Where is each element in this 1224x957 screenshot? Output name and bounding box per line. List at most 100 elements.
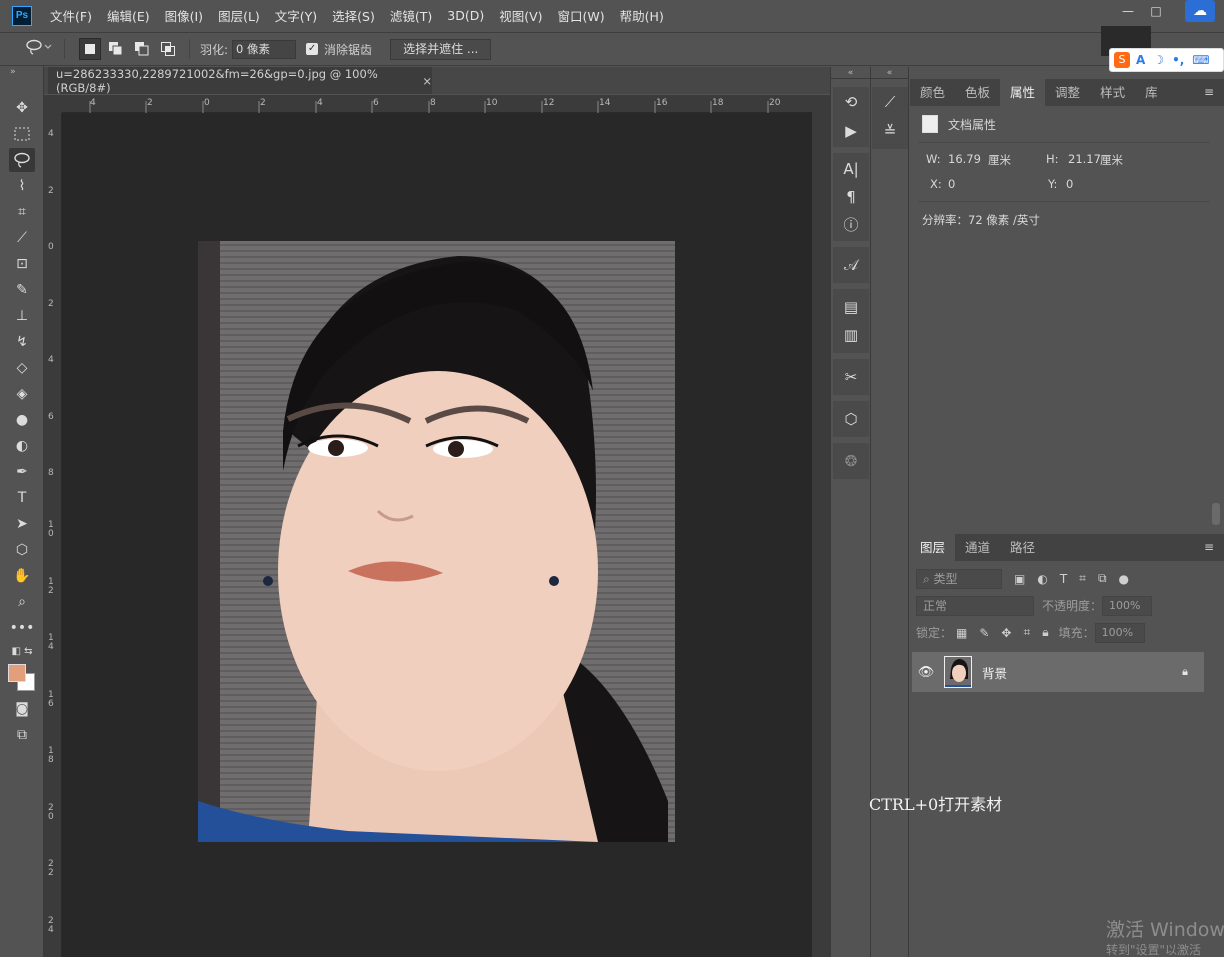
x-value[interactable]: 0 bbox=[948, 177, 955, 191]
screen-mode-icon[interactable]: ⧉ bbox=[9, 723, 35, 747]
opacity-input[interactable]: 100% bbox=[1102, 595, 1153, 616]
brush-presets-icon[interactable]: ⟋ bbox=[878, 90, 902, 114]
filter-shape-icon[interactable]: ⌗ bbox=[1079, 571, 1086, 586]
filter-pixel-icon[interactable]: ▣ bbox=[1014, 572, 1025, 586]
panel-menu-icon[interactable]: ≡ bbox=[1204, 540, 1214, 554]
dodge-tool-icon[interactable]: ◐ bbox=[9, 434, 35, 458]
more-tools-icon[interactable]: ••• bbox=[9, 616, 35, 640]
brush-settings-icon[interactable]: ≚ bbox=[878, 119, 902, 143]
paint-bucket-tool-icon[interactable]: ◈ bbox=[9, 382, 35, 406]
lock-image-icon[interactable]: ✎ bbox=[979, 626, 989, 640]
tab-libraries[interactable]: 库 bbox=[1135, 79, 1168, 106]
crop-tool-icon[interactable]: ⌗ bbox=[9, 200, 35, 224]
menu-filter[interactable]: 滤镜(T) bbox=[390, 6, 432, 25]
lock-all-icon[interactable]: 🔒︎ bbox=[1042, 625, 1048, 640]
notes-icon[interactable]: ▤ bbox=[839, 295, 863, 319]
tab-properties[interactable]: 属性 bbox=[1000, 79, 1046, 106]
character-icon[interactable]: A| bbox=[839, 157, 863, 181]
add-selection-icon[interactable] bbox=[105, 38, 127, 60]
swap-colors-icon[interactable]: ◧ ⇆ bbox=[9, 640, 35, 664]
layer-row[interactable]: 👁︎ 背景 🔒︎ bbox=[912, 652, 1204, 692]
lasso-preset-icon[interactable] bbox=[26, 39, 54, 59]
collapse-icon[interactable]: « bbox=[831, 67, 870, 79]
menu-edit[interactable]: 编辑(E) bbox=[107, 6, 150, 25]
baidu-cloud-icon[interactable]: ☁ bbox=[1185, 0, 1215, 22]
healing-brush-tool-icon[interactable]: ⊡ bbox=[9, 252, 35, 276]
history-icon[interactable]: ⟲ bbox=[839, 90, 863, 114]
ime-bar[interactable]: S A ☽ •, ⌨ bbox=[1109, 48, 1224, 72]
new-selection-icon[interactable] bbox=[79, 38, 101, 60]
history-brush-tool-icon[interactable]: ↯ bbox=[9, 330, 35, 354]
subtract-selection-icon[interactable] bbox=[131, 38, 153, 60]
fill-input[interactable]: 100% bbox=[1094, 622, 1145, 643]
tab-styles[interactable]: 样式 bbox=[1090, 79, 1135, 106]
3d-icon[interactable]: ⬡ bbox=[839, 407, 863, 431]
lasso-tool-icon[interactable] bbox=[9, 148, 35, 172]
lock-artboard-icon[interactable]: ⌗ bbox=[1023, 625, 1030, 640]
antialias-checkbox[interactable]: ✓ bbox=[306, 43, 319, 55]
pen-tool-icon[interactable]: ✒ bbox=[9, 460, 35, 484]
panel-menu-icon[interactable]: ≡ bbox=[1204, 85, 1214, 99]
tab-layers[interactable]: 图层 bbox=[910, 534, 956, 561]
lock-transparent-icon[interactable]: ▦ bbox=[956, 626, 967, 640]
intersect-selection-icon[interactable] bbox=[157, 38, 179, 60]
tab-color[interactable]: 颜色 bbox=[910, 79, 955, 106]
menu-layer[interactable]: 图层(L) bbox=[218, 6, 260, 25]
menu-type[interactable]: 文字(Y) bbox=[275, 6, 317, 25]
select-and-mask-button[interactable]: 选择并遮住 ... bbox=[390, 38, 492, 60]
hand-tool-icon[interactable]: ✋ bbox=[9, 564, 35, 588]
maximize-icon[interactable]: □ bbox=[1145, 3, 1167, 19]
learn-icon[interactable]: ❂ bbox=[839, 449, 863, 473]
eye-icon[interactable]: 👁︎ bbox=[912, 665, 940, 680]
ime-punct-icon[interactable]: •, bbox=[1172, 53, 1184, 67]
foreground-color-swatch[interactable] bbox=[8, 664, 26, 682]
ime-keyboard-icon[interactable]: ⌨ bbox=[1192, 53, 1209, 67]
eyedropper-tool-icon[interactable]: ⟋ bbox=[9, 226, 35, 250]
filter-smart-object-icon[interactable]: ⧉ bbox=[1098, 571, 1107, 586]
close-tab-icon[interactable]: × bbox=[422, 74, 432, 88]
ime-english-icon[interactable]: A bbox=[1136, 53, 1145, 67]
height-value[interactable]: 21.17 bbox=[1068, 152, 1101, 166]
shape-tool-icon[interactable]: ⬡ bbox=[9, 538, 35, 562]
menu-help[interactable]: 帮助(H) bbox=[620, 6, 664, 25]
menu-file[interactable]: 文件(F) bbox=[50, 6, 92, 25]
actions-play-icon[interactable]: ▶ bbox=[839, 119, 863, 143]
zoom-tool-icon[interactable]: ⌕ bbox=[9, 590, 35, 614]
path-selection-tool-icon[interactable]: ➤ bbox=[9, 512, 35, 536]
layer-filter-select[interactable]: ⌕ 类型 bbox=[916, 568, 1002, 589]
brush-tool-icon[interactable]: ✎ bbox=[9, 278, 35, 302]
properties-scrollbar[interactable] bbox=[1212, 503, 1220, 525]
eraser-tool-icon[interactable]: ◇ bbox=[9, 356, 35, 380]
layer-name[interactable]: 背景 bbox=[982, 663, 1007, 682]
glyphs-icon[interactable]: 𝒜 bbox=[839, 253, 863, 277]
blend-mode-select[interactable]: 正常 bbox=[916, 595, 1034, 616]
minimize-icon[interactable]: — bbox=[1117, 3, 1139, 19]
ime-moon-icon[interactable]: ☽ bbox=[1153, 53, 1164, 67]
sogou-icon[interactable]: S bbox=[1114, 52, 1130, 68]
quick-selection-tool-icon[interactable]: ⌇ bbox=[9, 174, 35, 198]
tab-paths[interactable]: 路径 bbox=[1000, 534, 1045, 561]
menu-3d[interactable]: 3D(D) bbox=[447, 8, 484, 23]
marquee-tool-icon[interactable] bbox=[9, 122, 35, 146]
type-tool-icon[interactable]: T bbox=[9, 486, 35, 510]
menu-image[interactable]: 图像(I) bbox=[165, 6, 203, 25]
lock-position-icon[interactable]: ✥ bbox=[1001, 626, 1011, 640]
tab-adjustments[interactable]: 调整 bbox=[1045, 79, 1090, 106]
blur-tool-icon[interactable]: ● bbox=[9, 408, 35, 432]
move-tool-icon[interactable]: ✥ bbox=[9, 96, 35, 120]
quick-mask-icon[interactable]: ◙ bbox=[9, 697, 35, 721]
menu-view[interactable]: 视图(V) bbox=[499, 6, 542, 25]
tab-channels[interactable]: 通道 bbox=[955, 534, 1000, 561]
document-tab[interactable]: u=286233330,2289721002&fm=26&gp=0.jpg @ … bbox=[48, 67, 432, 95]
filter-type-icon[interactable]: T bbox=[1060, 572, 1067, 586]
feather-input[interactable]: 0 像素 bbox=[232, 39, 297, 59]
y-value[interactable]: 0 bbox=[1066, 177, 1073, 191]
filter-adjustment-icon[interactable]: ◐ bbox=[1037, 572, 1047, 586]
canvas-scrollbar[interactable] bbox=[812, 95, 830, 957]
collapse-icon[interactable]: » bbox=[0, 66, 43, 78]
tool-presets-icon[interactable]: ✂ bbox=[839, 365, 863, 389]
width-value[interactable]: 16.79 bbox=[948, 152, 981, 166]
info-icon[interactable]: ⓘ bbox=[839, 213, 863, 237]
paragraph-styles-icon[interactable]: ▥ bbox=[839, 323, 863, 347]
menu-window[interactable]: 窗口(W) bbox=[558, 6, 605, 25]
